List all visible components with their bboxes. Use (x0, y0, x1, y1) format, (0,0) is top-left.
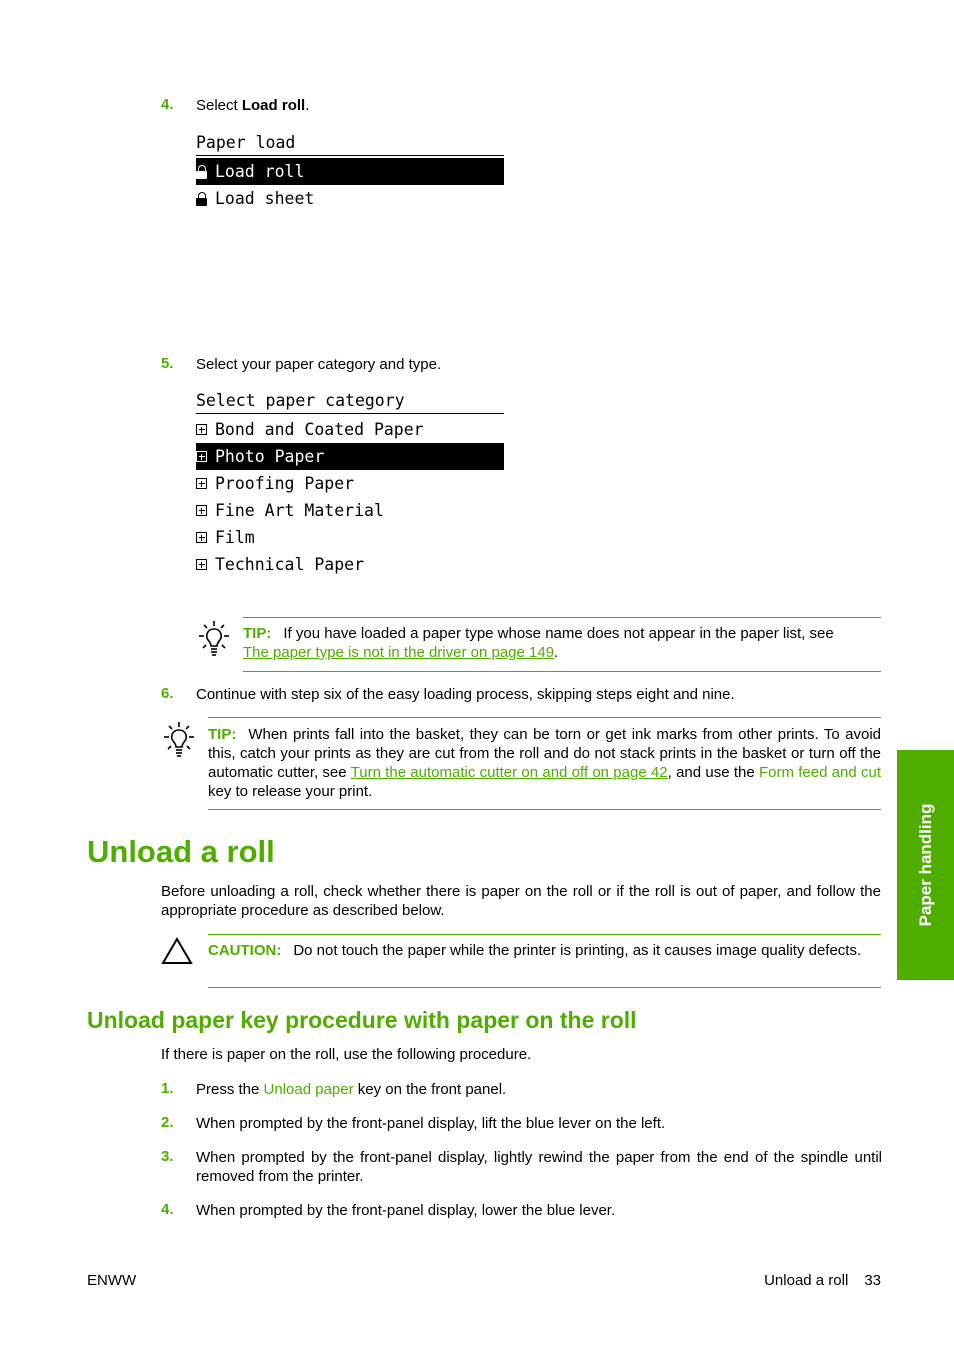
expand-icon (196, 451, 207, 462)
step-text: Press the Unload paper key on the front … (196, 1081, 507, 1098)
step-text: When prompted by the front-panel display… (196, 1115, 666, 1132)
lock-icon (196, 191, 208, 206)
caution-note: CAUTION: Do not touch the paper while the… (208, 934, 881, 988)
step-text: When prompted by the front-panel display… (196, 1202, 616, 1219)
subsection-title: Unload paper key procedure with paper on… (87, 1007, 637, 1033)
display-item-film[interactable]: Film (196, 524, 504, 551)
menu-option-name: Load roll (241, 97, 306, 114)
section-intro: Before unloading a roll, check whether t… (161, 883, 881, 919)
tip-label: TIP: (243, 625, 272, 642)
front-panel-display-paper-load: Paper load Load roll Load sheet (196, 131, 504, 212)
step-number: 1. (161, 1080, 174, 1097)
link-automatic-cutter[interactable]: Turn the automatic cutter on and off on … (351, 764, 668, 781)
step-number: 6. (161, 685, 174, 702)
lightbulb-icon (164, 722, 194, 757)
tip-note-basket: TIP: When prints fall into the basket, th… (208, 717, 881, 810)
step-text: Select Load roll. (196, 97, 310, 114)
key-form-feed-and-cut: Form feed and cut (758, 764, 881, 781)
display-item-bond-coated[interactable]: Bond and Coated Paper (196, 416, 504, 443)
step-text: When prompted by the front-panel display… (196, 1149, 882, 1185)
display-item-proofing-paper[interactable]: Proofing Paper (196, 470, 504, 497)
key-unload-paper: Unload paper (263, 1081, 354, 1098)
display-item-load-sheet[interactable]: Load sheet (196, 185, 504, 212)
page-number: 33 (864, 1272, 881, 1289)
step-text: Select your paper category and type. (196, 356, 442, 373)
tip-label: TIP: (208, 726, 237, 743)
lightbulb-icon (199, 621, 229, 656)
display-item-photo-paper[interactable]: Photo Paper (196, 443, 504, 470)
tip-note: TIP: If you have loaded a paper type whos… (243, 617, 881, 672)
subsection-intro: If there is paper on the roll, use the f… (161, 1046, 532, 1063)
caution-triangle-icon (161, 937, 193, 964)
expand-icon (196, 505, 207, 516)
footer-left: ENWW (87, 1272, 137, 1289)
expand-icon (196, 532, 207, 543)
display-item-technical-paper[interactable]: Technical Paper (196, 551, 504, 578)
link-paper-type-not-in-driver[interactable]: The paper type is not in the driver on p… (243, 644, 554, 661)
step-number: 2. (161, 1114, 174, 1131)
step-text: Continue with step six of the easy loadi… (196, 686, 735, 703)
chapter-tab-label: Paper handling (915, 803, 935, 927)
expand-icon (196, 424, 207, 435)
expand-icon (196, 559, 207, 570)
lock-icon (196, 164, 208, 179)
display-item-fine-art[interactable]: Fine Art Material (196, 497, 504, 524)
step-number: 3. (161, 1148, 174, 1165)
step-number: 4. (161, 96, 174, 113)
display-title: Select paper category (196, 389, 504, 414)
expand-icon (196, 478, 207, 489)
chapter-side-tab: Paper handling (897, 750, 954, 980)
display-item-load-roll[interactable]: Load roll (196, 158, 504, 185)
display-title: Paper load (196, 131, 504, 156)
caution-label: CAUTION: (208, 942, 282, 959)
footer-right: Unload a roll 33 (764, 1272, 881, 1289)
section-title: Unload a roll (87, 834, 275, 869)
step-number: 4. (161, 1201, 174, 1218)
step-number: 5. (161, 355, 174, 372)
front-panel-display-paper-category: Select paper category Bond and Coated Pa… (196, 389, 504, 578)
footer-section-title: Unload a roll (764, 1272, 849, 1289)
